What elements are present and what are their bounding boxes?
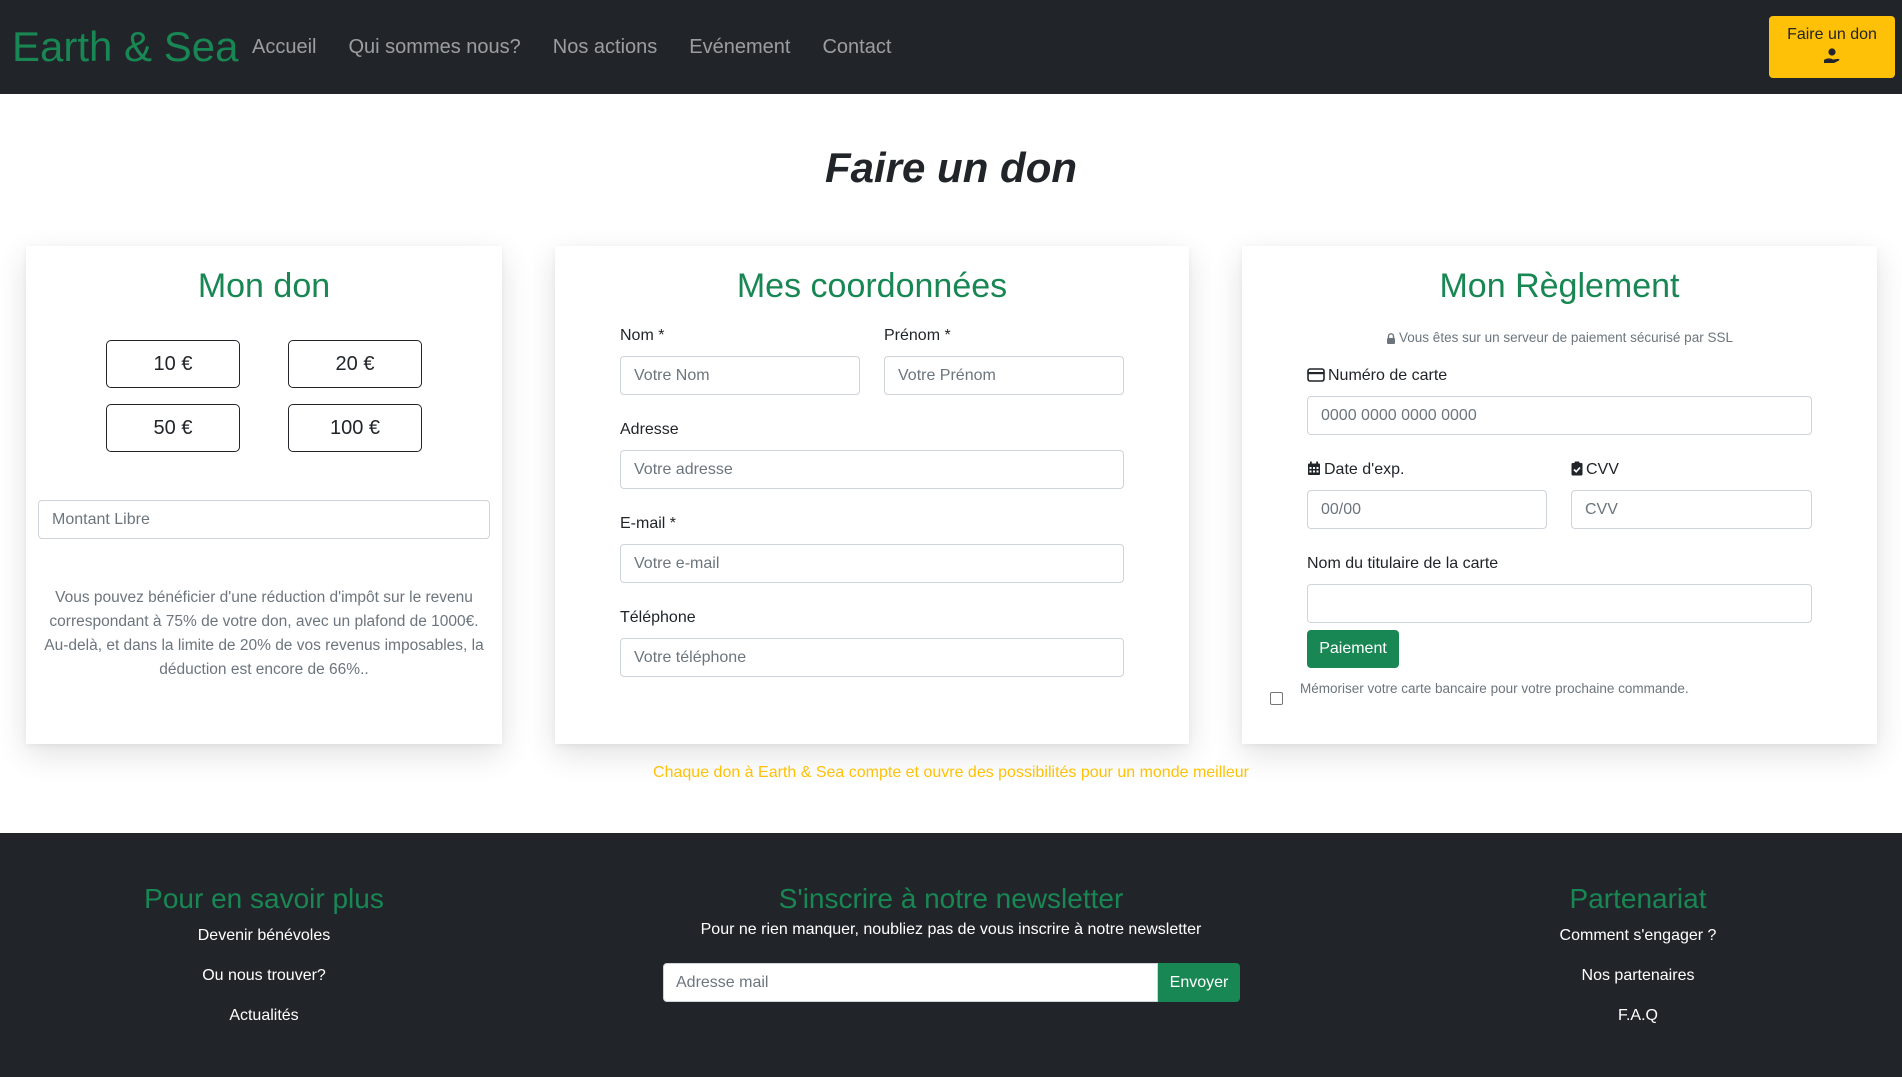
nom-input[interactable]: Votre Nom <box>620 356 860 395</box>
newsletter-email-input[interactable]: Adresse mail <box>663 963 1158 1002</box>
footer-col-learn-more: Pour en savoir plus Devenir bénévoles Ou… <box>64 881 464 1027</box>
footer-partenariat-title: Partenariat <box>1569 883 1707 914</box>
adresse-label: Adresse <box>620 421 679 438</box>
card-holder-input[interactable] <box>1307 584 1812 623</box>
nav-links: Accueil Qui sommes nous? Nos actions Evé… <box>236 32 907 62</box>
newsletter-text: Pour ne rien manquer, noubliez pas de vo… <box>700 921 1202 938</box>
adresse-input[interactable]: Votre adresse <box>620 450 1124 489</box>
email-input[interactable]: Votre e-mail <box>620 544 1124 583</box>
prenom-input[interactable]: Votre Prénom <box>884 356 1124 395</box>
footer-col-newsletter: S'inscrire à notre newsletter Pour ne ri… <box>651 881 1251 941</box>
clipboard-check-icon <box>1571 461 1583 476</box>
donation-card: Mon don 10 € 20 € 50 € 100 € Montant Lib… <box>26 246 502 744</box>
donate-button[interactable]: Faire un don <box>1769 16 1895 78</box>
remember-card-checkbox[interactable] <box>1270 692 1283 705</box>
nav-link-evenement[interactable]: Evénement <box>673 32 806 62</box>
cvv-label: CVV <box>1571 459 1619 481</box>
cvv-label-text: CVV <box>1586 461 1619 478</box>
credit-card-icon <box>1307 368 1325 382</box>
payment-button[interactable]: Paiement <box>1307 630 1399 668</box>
newsletter-title: S'inscrire à notre newsletter <box>778 883 1124 914</box>
amount-100-button[interactable]: 100 € <box>288 404 422 452</box>
footer-link-actualites[interactable]: Actualités <box>64 1005 464 1027</box>
contact-details-card: Mes coordonnées Nom * Votre Nom Prénom *… <box>555 246 1189 744</box>
footer-learn-more-title: Pour en savoir plus <box>144 883 384 914</box>
payment-card: Mon Règlement Vous êtes sur un serveur d… <box>1242 246 1877 744</box>
nav-link-accueil[interactable]: Accueil <box>236 32 332 62</box>
page-title: Faire un don <box>825 144 1077 191</box>
tagline: Chaque don à Earth & Sea compte et ouvre… <box>653 764 1249 781</box>
exp-date-input[interactable]: 00/00 <box>1307 490 1547 529</box>
nav-link-nos-actions[interactable]: Nos actions <box>537 32 674 62</box>
ssl-note: Vous êtes sur un serveur de paiement séc… <box>1242 328 1877 348</box>
payment-card-title: Mon Règlement <box>1439 267 1680 305</box>
tax-info-text: Vous pouvez bénéficier d'une réduction d… <box>44 589 484 678</box>
hand-holding-heart-icon <box>1824 48 1840 63</box>
footer: Pour en savoir plus Devenir bénévoles Ou… <box>0 833 1902 1077</box>
footer-link-benevoles[interactable]: Devenir bénévoles <box>64 925 464 947</box>
lock-icon <box>1387 333 1396 344</box>
contact-details-title: Mes coordonnées <box>736 267 1008 305</box>
navbar: Earth & Sea Accueil Qui sommes nous? Nos… <box>0 0 1902 94</box>
donate-button-label: Faire un don <box>1787 26 1877 43</box>
amount-50-button[interactable]: 50 € <box>106 404 240 452</box>
footer-link-sengager[interactable]: Comment s'engager ? <box>1438 925 1838 947</box>
nav-link-qui-sommes-nous[interactable]: Qui sommes nous? <box>332 32 536 62</box>
footer-link-ou-nous-trouver[interactable]: Ou nous trouver? <box>64 965 464 987</box>
newsletter-submit-button[interactable]: Envoyer <box>1158 963 1240 1002</box>
nav-link-contact[interactable]: Contact <box>806 32 907 62</box>
exp-date-label: Date d'exp. <box>1307 459 1404 481</box>
prenom-label: Prénom * <box>884 327 951 344</box>
telephone-input[interactable]: Votre téléphone <box>620 638 1124 677</box>
exp-date-label-text: Date d'exp. <box>1324 461 1405 478</box>
email-label: E-mail * <box>620 515 677 532</box>
card-number-label-text: Numéro de carte <box>1328 367 1448 384</box>
brand-logo[interactable]: Earth & Sea <box>12 22 238 72</box>
nom-label: Nom * <box>620 327 665 344</box>
footer-col-partenariat: Partenariat Comment s'engager ? Nos part… <box>1438 881 1838 1027</box>
footer-link-partenaires[interactable]: Nos partenaires <box>1438 965 1838 987</box>
footer-link-faq[interactable]: F.A.Q <box>1438 1005 1838 1027</box>
card-number-input[interactable]: 0000 0000 0000 0000 <box>1307 396 1812 435</box>
remember-card-label: Mémoriser votre carte bancaire pour votr… <box>1300 681 1689 696</box>
amount-10-button[interactable]: 10 € <box>106 340 240 388</box>
ssl-note-text: Vous êtes sur un serveur de paiement séc… <box>1399 330 1733 345</box>
amount-20-button[interactable]: 20 € <box>288 340 422 388</box>
telephone-label: Téléphone <box>620 609 696 626</box>
calendar-icon <box>1308 461 1320 475</box>
donation-card-title: Mon don <box>197 267 331 305</box>
cvv-input[interactable]: CVV <box>1571 490 1812 529</box>
card-holder-label: Nom du titulaire de la carte <box>1307 555 1499 572</box>
card-number-label: Numéro de carte <box>1307 365 1447 387</box>
free-amount-input[interactable]: Montant Libre <box>38 500 490 539</box>
